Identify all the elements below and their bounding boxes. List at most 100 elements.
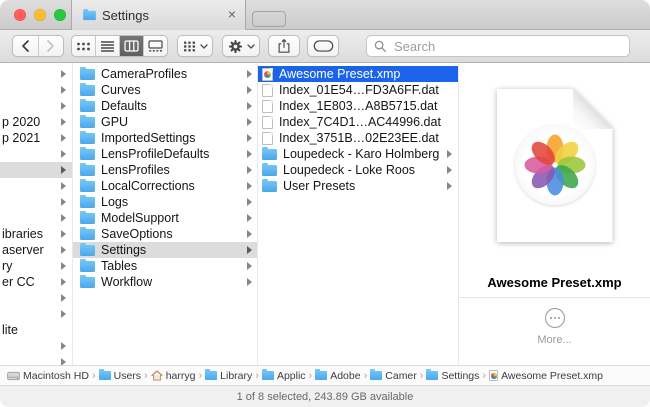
disclosure-arrow-icon — [247, 230, 252, 238]
list-item[interactable]: p 2021 — [0, 130, 72, 146]
forward-button[interactable] — [37, 36, 64, 56]
list-item[interactable] — [0, 146, 72, 162]
list-item[interactable]: lite — [0, 322, 72, 338]
list-item[interactable] — [0, 98, 72, 114]
users-folder-icon — [98, 369, 111, 380]
disclosure-arrow-icon — [61, 198, 66, 206]
path-item[interactable]: Macintosh HD — [7, 370, 89, 382]
preview-pane: Awesome Preset.xmp More... — [459, 63, 650, 365]
disclosure-arrow-icon — [61, 342, 66, 350]
folder-row[interactable]: ImportedSettings — [73, 130, 257, 146]
column-browser: p 2020 p 2021 ibraries aserver ry er CC lite C… — [0, 63, 650, 365]
folder-row[interactable]: ModelSupport — [73, 210, 257, 226]
disclosure-arrow-icon — [61, 118, 66, 126]
folder-name: LensProfileDefaults — [101, 147, 210, 161]
list-item[interactable] — [0, 306, 72, 322]
path-item[interactable]: Adobe — [315, 369, 361, 382]
column-view-button[interactable] — [119, 36, 143, 56]
folder-row[interactable]: LocalCorrections — [73, 178, 257, 194]
list-view-button[interactable] — [95, 36, 119, 56]
list-item[interactable] — [0, 178, 72, 194]
path-item[interactable]: Library — [205, 369, 252, 382]
search-field[interactable] — [366, 35, 630, 57]
chevron-down-icon — [246, 43, 255, 49]
share-button[interactable] — [268, 35, 300, 57]
list-item[interactable] — [0, 82, 72, 98]
tab-settings[interactable]: Settings × — [71, 0, 246, 30]
column-files: Awesome Preset.xmp Index_01E54…FD3A6FF.da… — [258, 63, 458, 365]
action-menu-button[interactable] — [222, 35, 260, 57]
list-item[interactable]: p 2020 — [0, 114, 72, 130]
folder-row[interactable]: Curves — [73, 82, 257, 98]
folder-row[interactable]: Workflow — [73, 274, 257, 290]
list-item[interactable] — [0, 338, 72, 354]
path-separator: › — [419, 369, 424, 382]
list-item[interactable] — [0, 210, 72, 226]
zoom-window-button[interactable] — [54, 9, 66, 21]
folder-row[interactable]: Loupedeck - Karo Holmberg — [258, 146, 458, 162]
path-separator: › — [482, 369, 487, 382]
minimize-window-button[interactable] — [34, 9, 46, 21]
new-tab-button[interactable] — [252, 11, 286, 27]
file-row[interactable]: Awesome Preset.xmp — [258, 66, 458, 82]
icon-view-button[interactable] — [72, 36, 95, 56]
close-tab-icon[interactable]: × — [228, 6, 236, 22]
folder-row[interactable]: LensProfileDefaults — [73, 146, 257, 162]
file-row[interactable]: Index_3751B…02E23EE.dat — [258, 130, 458, 146]
file-row[interactable]: Index_7C4D1…AC44996.dat — [258, 114, 458, 130]
path-item[interactable]: Awesome Preset.xmp — [489, 370, 603, 382]
path-label: Camer — [385, 369, 417, 382]
folder-row[interactable]: User Presets — [258, 178, 458, 194]
gallery-view-button[interactable] — [143, 36, 167, 56]
folder-name: ModelSupport — [101, 211, 179, 225]
folder-icon — [80, 83, 95, 96]
list-item[interactable] — [0, 162, 72, 178]
list-item[interactable] — [0, 290, 72, 306]
list-item[interactable]: ibraries — [0, 226, 72, 242]
more-label[interactable]: More... — [459, 334, 650, 346]
folder-row[interactable]: Settings — [73, 242, 257, 258]
file-row[interactable]: Index_1E803…A8B5715.dat — [258, 98, 458, 114]
disclosure-arrow-icon — [247, 134, 252, 142]
path-separator: › — [91, 369, 96, 382]
tag-button[interactable] — [307, 35, 339, 57]
list-item[interactable]: aserver — [0, 242, 72, 258]
folder-icon — [80, 211, 95, 224]
folder-row[interactable]: Tables — [73, 258, 257, 274]
search-input[interactable] — [392, 37, 629, 55]
folder-row[interactable]: LensProfiles — [73, 162, 257, 178]
folder-row[interactable]: GPU — [73, 114, 257, 130]
disclosure-arrow-icon — [61, 214, 66, 222]
close-window-button[interactable] — [14, 9, 26, 21]
list-item[interactable]: er CC — [0, 274, 72, 290]
folder-row[interactable]: Logs — [73, 194, 257, 210]
folder-icon — [80, 99, 95, 112]
folder-icon — [80, 67, 95, 80]
list-item[interactable]: ry — [0, 258, 72, 274]
path-item[interactable]: Users — [98, 369, 141, 382]
disclosure-arrow-icon — [61, 294, 66, 302]
folder-icon — [205, 369, 218, 380]
folder-row[interactable]: SaveOptions — [73, 226, 257, 242]
document-icon — [262, 99, 273, 113]
disclosure-arrow-icon — [61, 70, 66, 78]
share-icon — [278, 38, 290, 53]
folder-icon — [83, 9, 96, 21]
folder-row[interactable]: CameraProfiles — [73, 66, 257, 82]
group-by-button[interactable] — [177, 35, 213, 57]
list-item[interactable] — [0, 66, 72, 82]
xmp-file-icon — [489, 370, 499, 381]
path-item[interactable]: harryg — [151, 370, 195, 382]
folder-row[interactable]: Defaults — [73, 98, 257, 114]
list-item[interactable] — [0, 194, 72, 210]
list-item[interactable] — [0, 354, 72, 365]
path-item[interactable]: Settings — [426, 369, 479, 382]
path-item[interactable]: Applic — [261, 369, 306, 382]
file-row[interactable]: Index_01E54…FD3A6FF.dat — [258, 82, 458, 98]
path-item[interactable]: Camer — [370, 369, 417, 382]
more-button[interactable] — [544, 307, 566, 329]
folder-name: GPU — [101, 115, 129, 129]
folder-row[interactable]: Loupedeck - Loke Roos — [258, 162, 458, 178]
disclosure-arrow-icon — [247, 278, 252, 286]
back-button[interactable] — [13, 36, 38, 56]
